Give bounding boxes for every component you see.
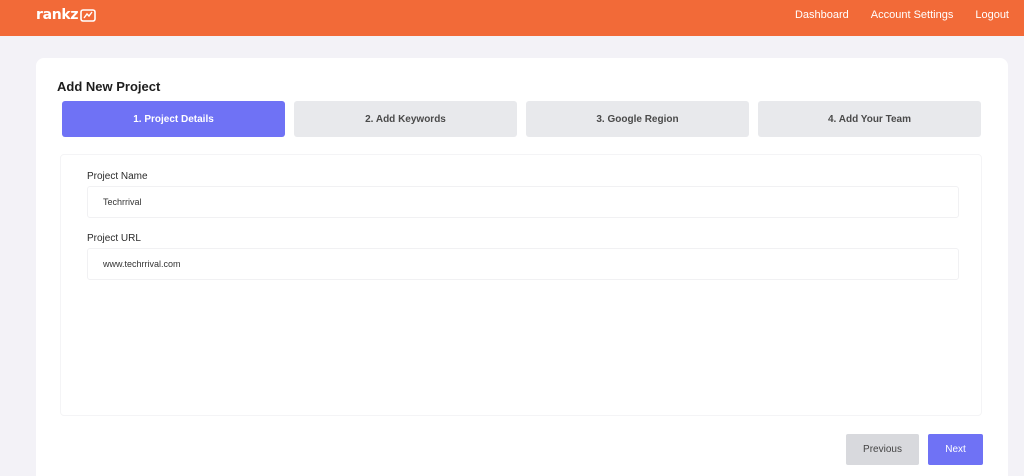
- project-url-input[interactable]: [87, 248, 959, 280]
- form-panel: Project Name Project URL: [60, 154, 982, 416]
- next-button[interactable]: Next: [928, 434, 983, 465]
- step-add-keywords[interactable]: 2. Add Keywords: [294, 101, 517, 137]
- nav-link-account-settings[interactable]: Account Settings: [871, 9, 954, 21]
- logo[interactable]: rankz: [36, 7, 97, 23]
- wizard-steps: 1. Project Details 2. Add Keywords 3. Go…: [62, 101, 981, 137]
- rankz-logo-mark-icon: [80, 8, 97, 22]
- nav-link-logout[interactable]: Logout: [975, 9, 1009, 21]
- header-nav: Dashboard Account Settings Logout: [795, 9, 1009, 21]
- step-project-details[interactable]: 1. Project Details: [62, 101, 285, 137]
- logo-text: rankz: [36, 7, 79, 23]
- project-url-label: Project URL: [87, 233, 141, 244]
- previous-button[interactable]: Previous: [846, 434, 919, 465]
- nav-link-dashboard[interactable]: Dashboard: [795, 9, 849, 21]
- project-card: Add New Project 1. Project Details 2. Ad…: [36, 58, 1008, 476]
- step-add-your-team[interactable]: 4. Add Your Team: [758, 101, 981, 137]
- page-title: Add New Project: [57, 79, 161, 94]
- top-navbar: rankz Dashboard Account Settings Logout: [0, 0, 1024, 36]
- project-name-label: Project Name: [87, 171, 148, 182]
- project-name-input[interactable]: [87, 186, 959, 218]
- step-google-region[interactable]: 3. Google Region: [526, 101, 749, 137]
